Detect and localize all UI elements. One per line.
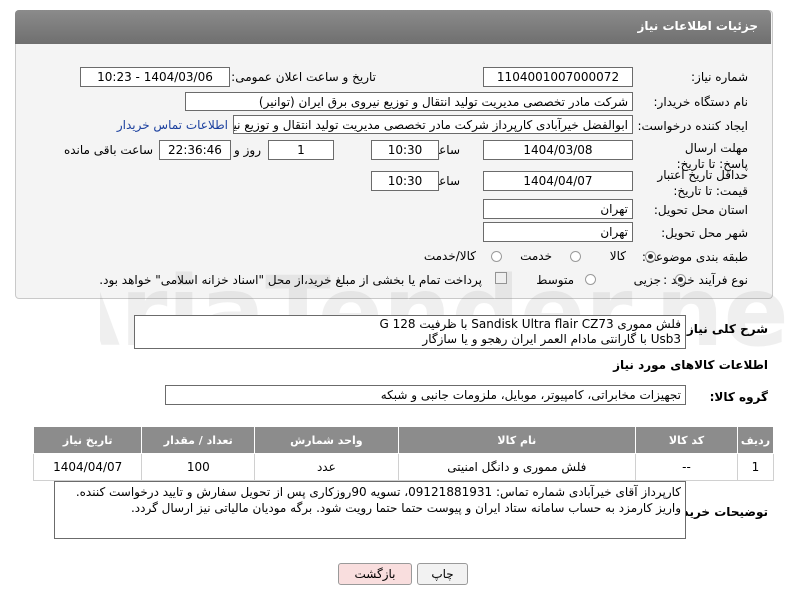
process-radio-medium[interactable] (585, 274, 596, 285)
need-number-label: شماره نیاز: (691, 70, 748, 84)
category-label: طبقه بندی موضوعی: (641, 250, 748, 264)
col-header-need-date: تاریخ نیاز (32, 426, 143, 454)
process-option-medium: متوسط (536, 273, 574, 287)
col-header-goods-name: نام کالا (397, 426, 637, 454)
description-line-1: فلش مموری Sandisk Ultra flair CZ73 با ظر… (379, 317, 681, 331)
creator-field: ابوالفضل خیرآبادی کارپرداز شرکت مادر تخص… (233, 115, 633, 134)
buyer-notes-textarea: کارپرداز آقای خیرآبادی شماره تماس: 09121… (54, 481, 686, 539)
creator-label: ایجاد کننده درخواست: (637, 119, 748, 133)
price-date-field: 1404/04/07 (483, 171, 633, 191)
category-option-goods-service: کالا/خدمت (423, 249, 476, 263)
cell-row-num: 1 (736, 453, 775, 481)
print-button[interactable]: چاپ (417, 563, 468, 585)
treasury-checkbox[interactable] (495, 272, 507, 284)
description-label: شرح کلی نیاز: (682, 322, 768, 336)
col-header-quantity: تعداد / مقدار (141, 426, 256, 454)
payment-note: پرداخت تمام یا بخشی از مبلغ خرید،از محل … (99, 273, 482, 287)
panel-title: جزئیات اطلاعات نیاز (637, 19, 758, 33)
category-option-goods: کالا (609, 249, 626, 263)
buyer-org-label: نام دستگاه خریدار: (653, 95, 749, 109)
price-validity-label: حداقل تاریخ اعتبار قیمت: تا تاریخ: (657, 168, 748, 198)
cell-unit: عدد (254, 453, 399, 481)
buyer-org-field: شرکت مادر تخصصی مدیریت تولید انتقال و تو… (185, 92, 633, 111)
process-radio-minor[interactable] (675, 274, 686, 285)
reply-date-field: 1404/03/08 (483, 140, 633, 160)
reply-time-field: 10:30 (371, 140, 439, 160)
col-header-row-num: ردیف (736, 426, 775, 454)
col-header-goods-code: کد کالا (635, 426, 738, 454)
announce-field: 1404/03/06 - 10:23 (80, 67, 230, 87)
goods-group-label: گروه کالا: (709, 390, 768, 404)
days-label: روز و (234, 143, 261, 157)
category-radio-service[interactable] (570, 251, 581, 262)
category-option-service: خدمت (520, 249, 552, 263)
process-option-minor: جزیی (633, 273, 661, 287)
table-row: 1 -- فلش مموری و دانگل امنیتی عدد 100 14… (32, 453, 775, 481)
announce-label: تاریخ و ساعت اعلان عمومی: (231, 70, 376, 84)
back-button[interactable]: بازگشت (338, 563, 412, 585)
goods-table: ردیف کد کالا نام کالا واحد شمارش تعداد /… (32, 426, 775, 481)
description-line-2: Usb3 با گارانتی مادام العمر ایران رهجو و… (422, 332, 681, 346)
cell-goods-code: -- (635, 453, 738, 481)
need-number-field: 1104001007000072 (483, 67, 633, 87)
goods-group-field: تجهیزات مخابراتی، کامپیوتر، موبایل، ملزو… (165, 385, 686, 405)
province-field: تهران (483, 199, 633, 219)
province-label: استان محل تحویل: (653, 203, 748, 217)
goods-info-title: اطلاعات کالاهای مورد نیاز (613, 358, 768, 372)
category-radio-goods[interactable] (645, 251, 656, 262)
cell-need-date: 1404/04/07 (32, 453, 143, 481)
city-field: تهران (483, 222, 633, 242)
category-radio-goods-service[interactable] (491, 251, 502, 262)
price-time-field: 10:30 (371, 171, 439, 191)
buyer-contact-link[interactable]: اطلاعات تماس خریدار (117, 118, 228, 132)
table-header-row: ردیف کد کالا نام کالا واحد شمارش تعداد /… (32, 426, 775, 454)
remaining-time-field: 22:36:46 (159, 140, 231, 160)
cell-goods-name: فلش مموری و دانگل امنیتی (397, 453, 637, 481)
col-header-unit: واحد شمارش (254, 426, 399, 454)
cell-quantity: 100 (141, 453, 256, 481)
days-field: 1 (268, 140, 334, 160)
description-textarea: فلش مموری Sandisk Ultra flair CZ73 با ظر… (134, 315, 686, 349)
remaining-label: ساعت باقی مانده (63, 143, 153, 157)
city-label: شهر محل تحویل: (661, 226, 748, 240)
